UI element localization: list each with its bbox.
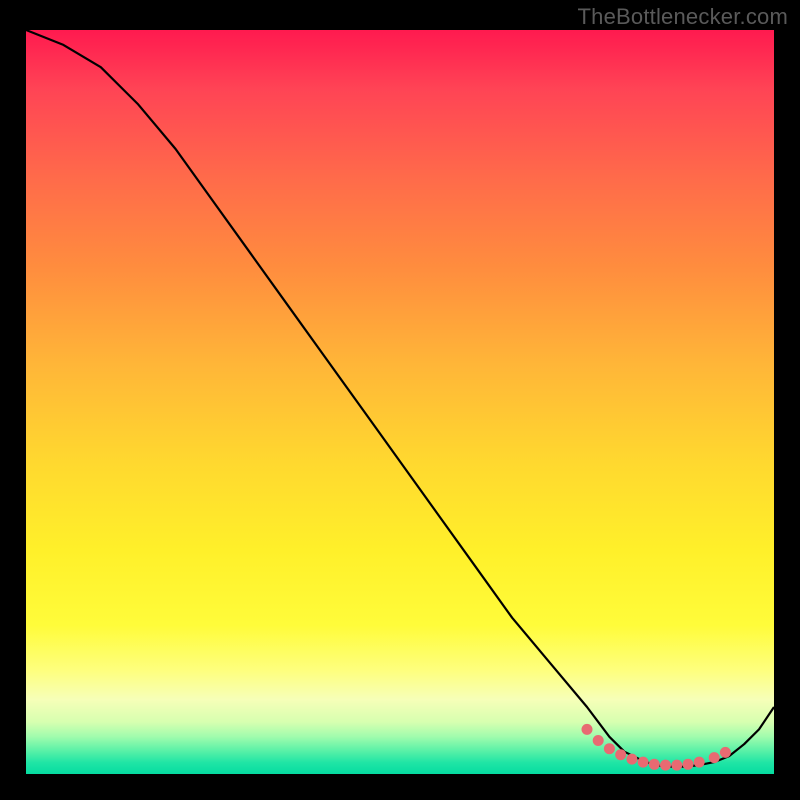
chart-marker-dot	[649, 759, 660, 770]
chart-marker-dot	[683, 759, 694, 770]
chart-marker-dot	[694, 757, 705, 768]
chart-marker-dot	[604, 743, 615, 754]
chart-marker-dot	[709, 752, 720, 763]
chart-marker-dot	[720, 747, 731, 758]
chart-svg	[26, 30, 774, 774]
chart-marker-dot	[626, 754, 637, 765]
attribution-text: TheBottlenecker.com	[578, 4, 788, 30]
chart-marker-dot	[660, 760, 671, 771]
chart-marker-dot	[638, 757, 649, 768]
chart-line	[26, 30, 774, 767]
chart-gradient-background	[26, 30, 774, 774]
chart-marker-dot	[615, 749, 626, 760]
chart-marker-dot	[593, 735, 604, 746]
chart-marker-dot	[671, 760, 682, 771]
chart-marker-dot	[582, 724, 593, 735]
